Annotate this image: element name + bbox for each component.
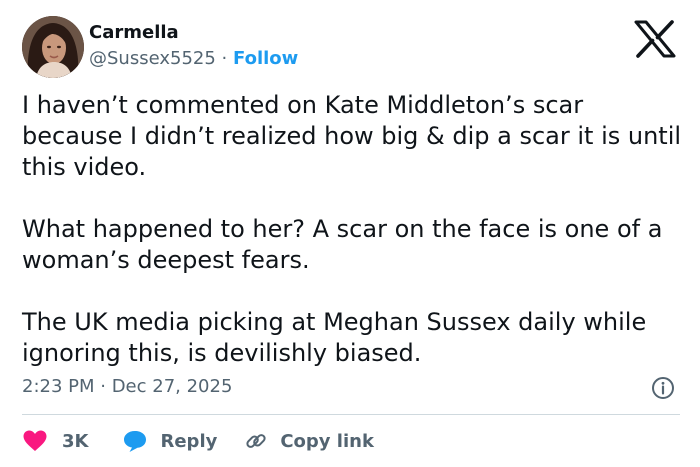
tweet-text: I haven’t commented on Kate Middleton’s … — [22, 90, 682, 369]
author-name[interactable]: Carmella — [89, 21, 179, 45]
info-icon[interactable] — [651, 376, 675, 400]
tweet-paragraph: The UK media picking at Meghan Sussex da… — [22, 308, 647, 367]
tweet-timestamp[interactable]: 2:23 PM · Dec 27, 2025 — [22, 375, 232, 399]
x-logo-icon[interactable] — [634, 20, 676, 58]
follow-button[interactable]: Follow — [233, 48, 298, 69]
copy-link-button[interactable]: Copy link — [244, 429, 374, 453]
like-button[interactable]: 3K — [22, 429, 88, 453]
reply-bubble-icon — [122, 429, 148, 453]
like-count: 3K — [62, 430, 89, 452]
separator-dot: · — [221, 48, 228, 69]
avatar-photo — [22, 16, 84, 78]
tweet-paragraph: I haven’t commented on Kate Middleton’s … — [22, 91, 682, 181]
author-handle[interactable]: @Sussex5525 — [89, 48, 216, 69]
copy-link-label: Copy link — [280, 430, 374, 452]
divider — [22, 414, 680, 415]
reply-label: Reply — [160, 430, 218, 452]
author-handle-row: @Sussex5525 · Follow — [89, 47, 298, 71]
action-bar: 3K Reply Copy link — [22, 426, 374, 456]
tweet-card: Carmella @Sussex5525 · Follow I haven’t … — [0, 0, 700, 467]
avatar[interactable] — [22, 16, 84, 78]
link-icon — [244, 429, 268, 453]
tweet-paragraph: What happened to her? A scar on the face… — [22, 215, 663, 274]
reply-button[interactable]: Reply — [122, 429, 217, 453]
heart-icon — [22, 429, 48, 453]
